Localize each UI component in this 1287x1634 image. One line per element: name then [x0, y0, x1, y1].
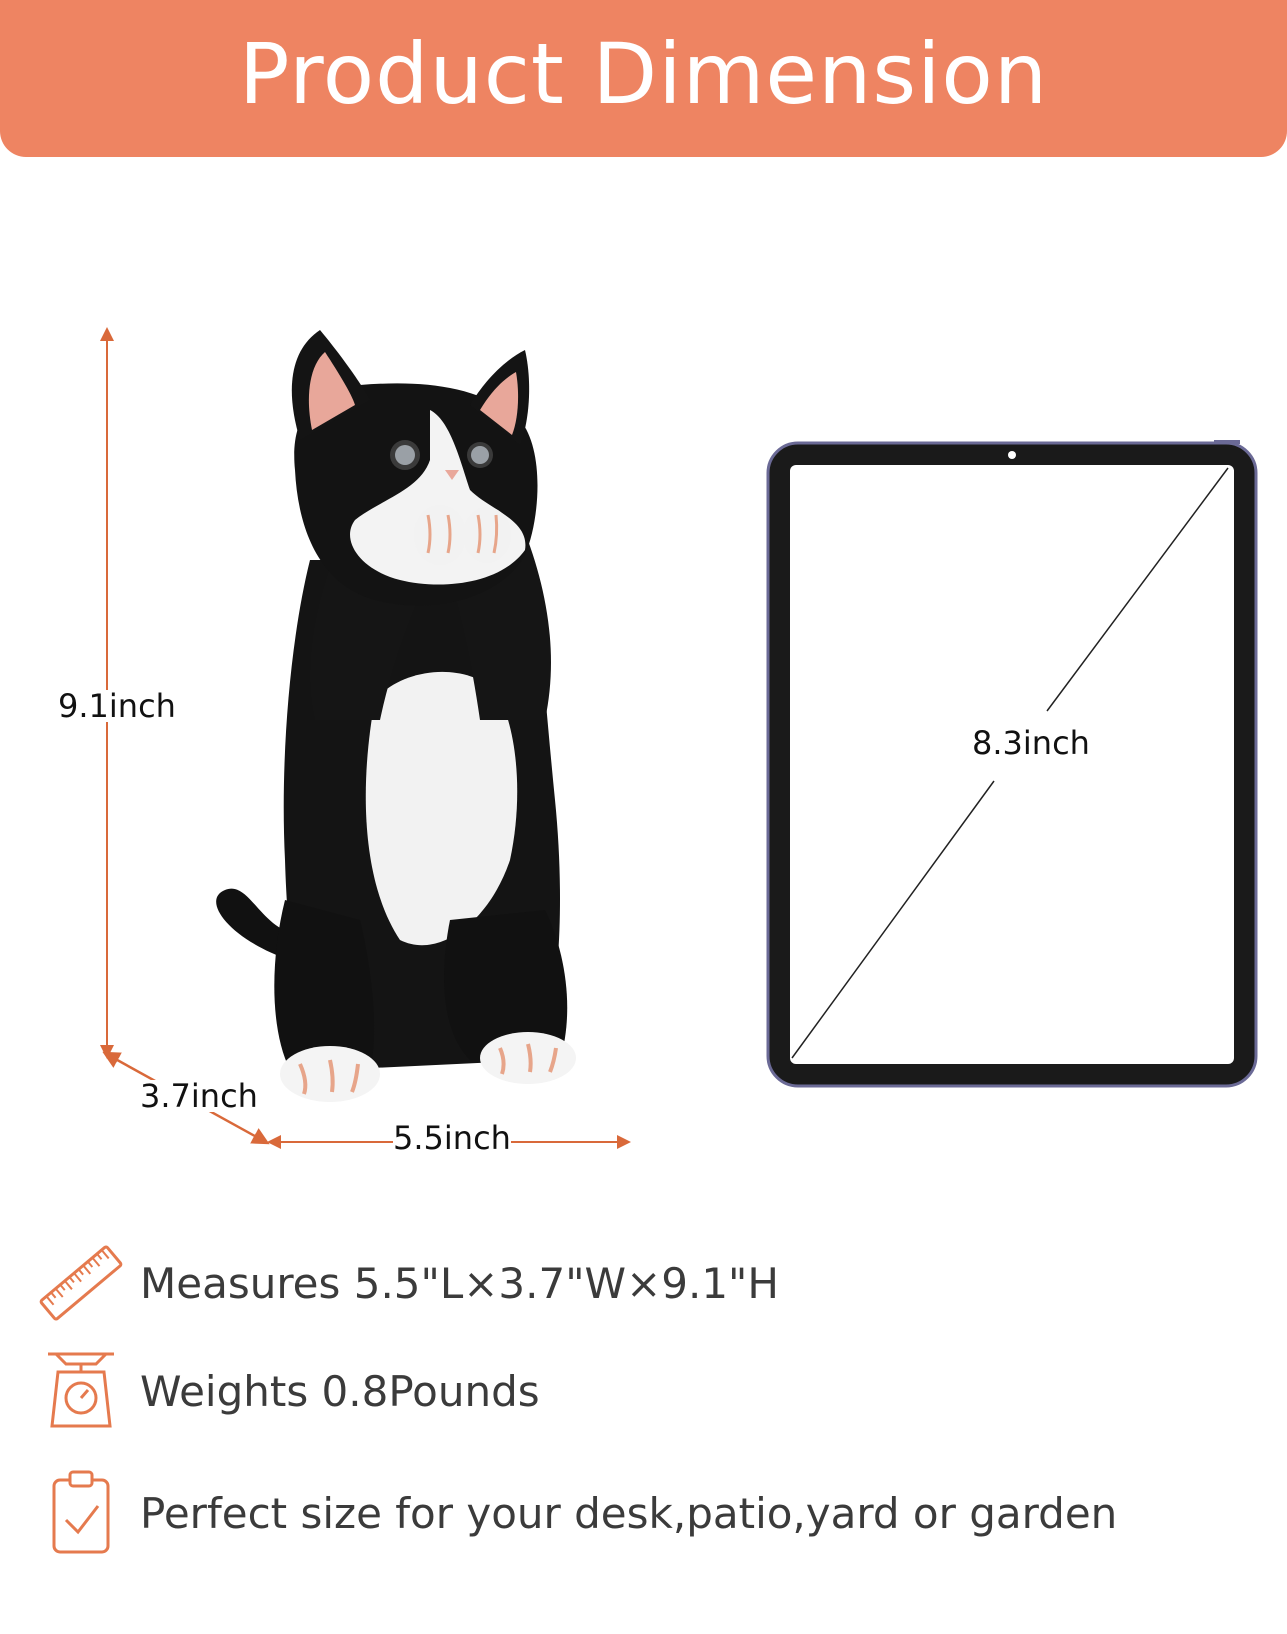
feature-usage-text: Perfect size for your desk,patio,yard or…	[140, 1488, 1118, 1538]
feature-weight-text: Weights 0.8Pounds	[140, 1366, 540, 1416]
clipboard-check-icon	[36, 1468, 126, 1558]
tablet-diagonal-label: 8.3inch	[972, 724, 1090, 762]
ruler-icon	[36, 1238, 126, 1328]
feature-weight: Weights 0.8Pounds	[36, 1346, 540, 1436]
cat-figurine	[216, 330, 576, 1102]
depth-label: 3.7inch	[140, 1077, 258, 1115]
feature-usage: Perfect size for your desk,patio,yard or…	[36, 1468, 1117, 1558]
tablet-device	[766, 440, 1258, 1088]
scale-icon	[36, 1346, 126, 1436]
feature-measures: Measures 5.5"L×3.7"W×9.1"H	[36, 1238, 779, 1328]
length-label: 5.5inch	[393, 1119, 511, 1157]
feature-measures-text: Measures 5.5"L×3.7"W×9.1"H	[140, 1258, 779, 1308]
height-label: 9.1inch	[58, 687, 176, 725]
